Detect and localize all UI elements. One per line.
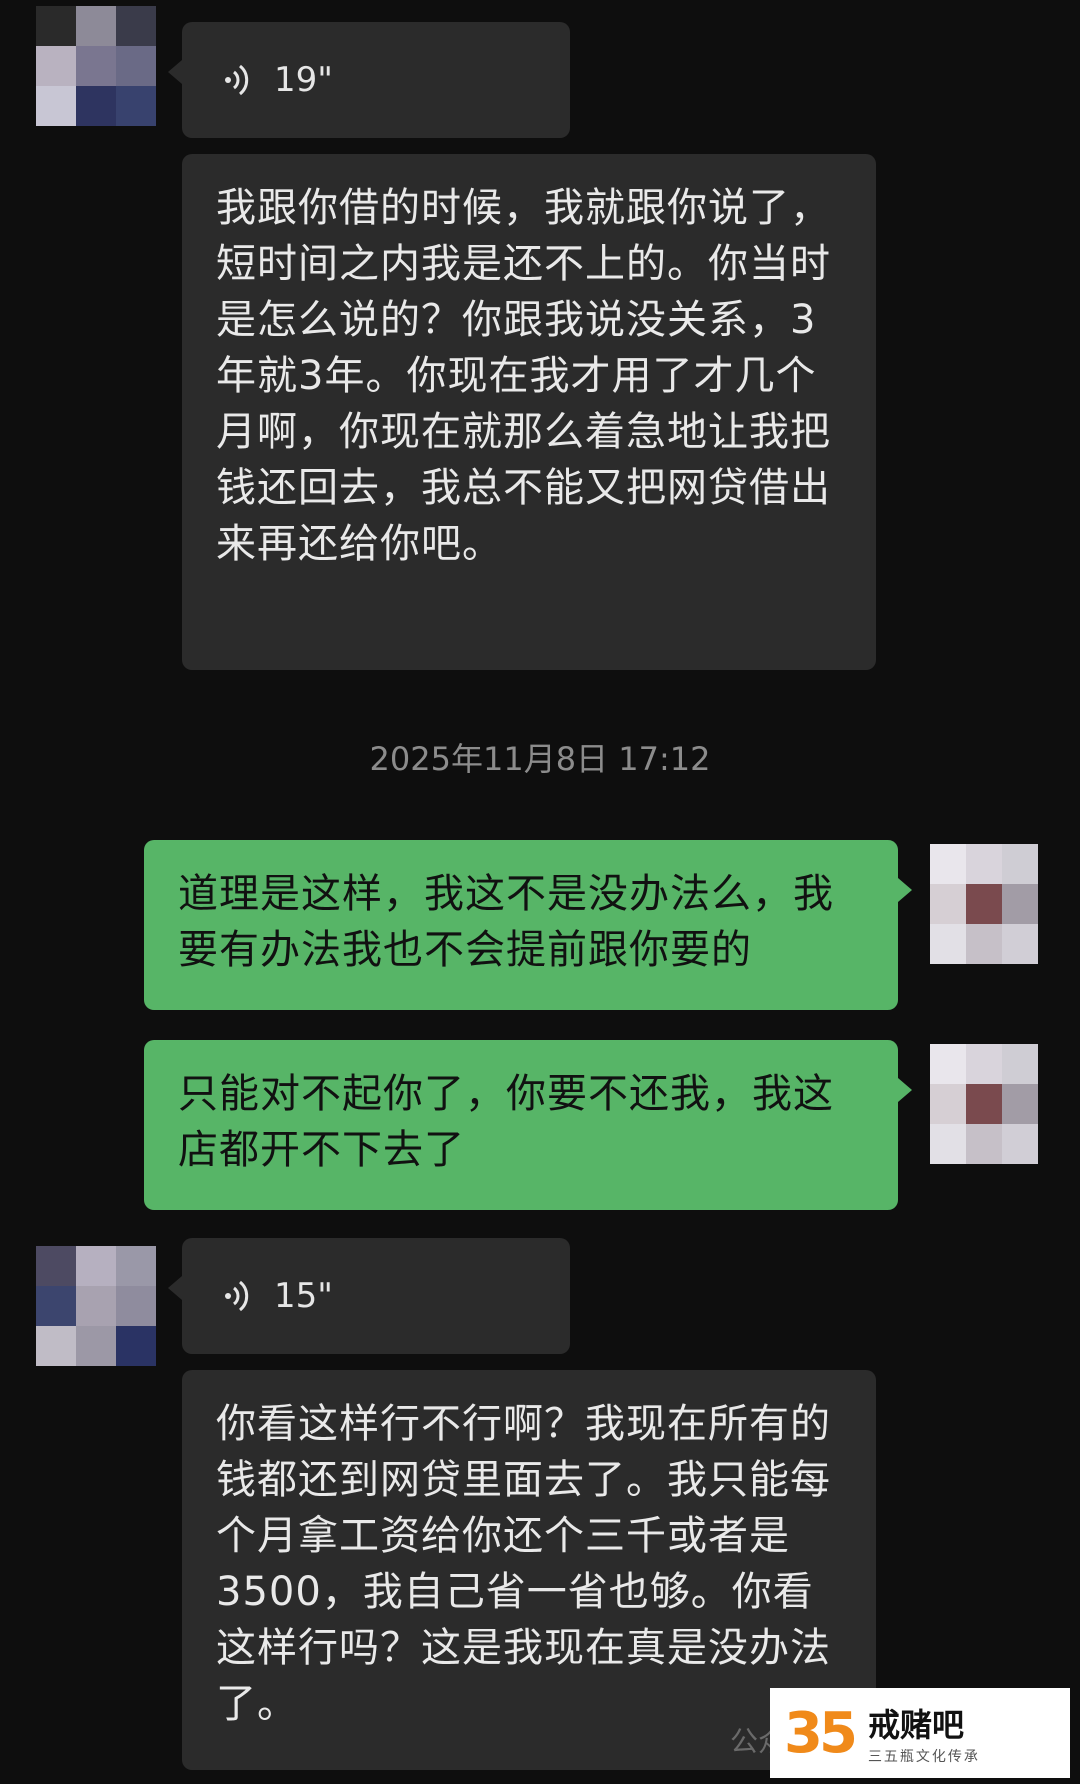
self-avatar[interactable] [930,844,1038,964]
message-text: 道理是这样，我这不是没办法么，我要有办法我也不会提前跟你要的 [178,871,834,973]
watermark-logo: 35 戒赌吧 三五瓶文化传承 [770,1688,1070,1778]
received-message[interactable]: 我跟你借的时候，我就跟你说了，短时间之内我是还不上的。你当时是怎么说的？你跟我说… [182,154,876,670]
watermark-title: 戒赌吧 [867,1706,964,1744]
watermark-number: 35 [784,1700,858,1766]
voice-duration: 15" [274,1276,333,1316]
message-text: 只能对不起你了，你要不还我，我这店都开不下去了 [178,1071,834,1173]
voice-wave-icon [225,64,249,96]
watermark-subtitle: 三五瓶文化传承 [867,1749,980,1765]
voice-message[interactable]: 19" [168,22,570,138]
voice-duration: 19" [274,60,333,100]
voice-message[interactable]: 15" [168,1238,570,1354]
contact-avatar[interactable] [36,1246,156,1366]
self-avatar[interactable] [930,1044,1038,1164]
voice-wave-icon [225,1280,249,1312]
chat-timestamp: 2025年11月8日 17:12 [369,740,711,778]
sent-message[interactable]: 只能对不起你了，你要不还我，我这店都开不下去了 [144,1040,912,1210]
message-text: 我跟你借的时候，我就跟你说了，短时间之内我是还不上的。你当时是怎么说的？你跟我说… [216,185,831,567]
sent-message[interactable]: 道理是这样，我这不是没办法么，我要有办法我也不会提前跟你要的 [144,840,912,1010]
contact-avatar[interactable] [36,6,156,126]
